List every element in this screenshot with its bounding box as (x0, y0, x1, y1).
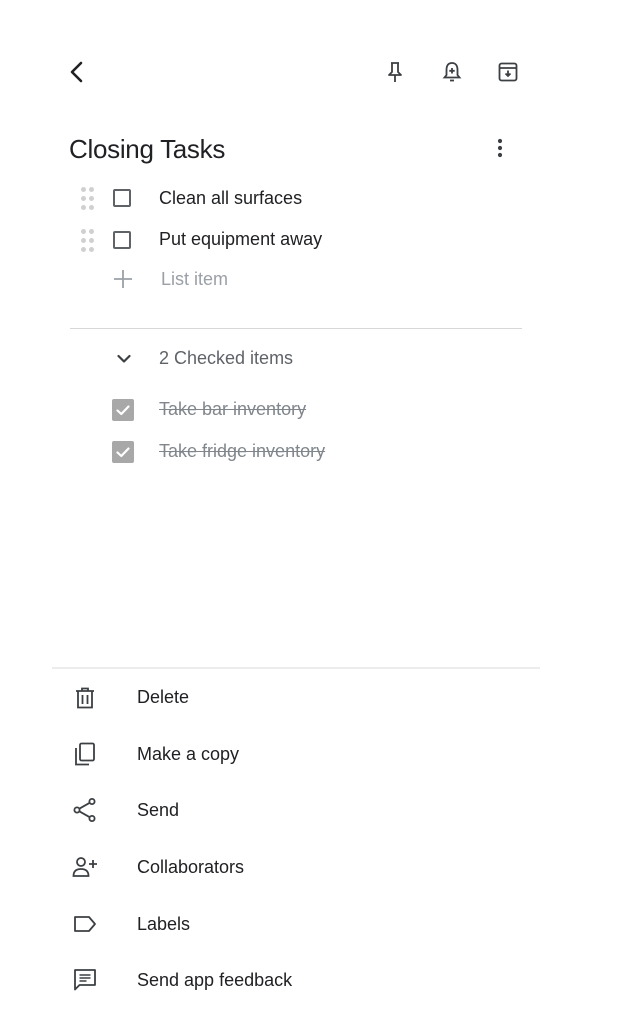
menu-sheet-divider (52, 667, 540, 669)
checked-checkbox[interactable] (112, 399, 134, 421)
menu-item-make-a-copy[interactable]: Make a copy (0, 730, 626, 778)
menu-item-label: Send app feedback (137, 970, 293, 990)
person-add-icon (72, 854, 98, 880)
pin-button[interactable] (381, 58, 409, 86)
checked-list-item[interactable]: Take bar inventory (0, 390, 626, 430)
menu-item-label: Labels (137, 914, 191, 934)
checked-items-header[interactable]: 2 Checked items (159, 348, 293, 369)
list-item[interactable]: Put equipment away (0, 220, 626, 260)
list-item-text[interactable]: Clean all surfaces (159, 188, 302, 209)
checked-item-text[interactable]: Take fridge inventory (159, 441, 325, 462)
list-item[interactable]: Clean all surfaces (0, 178, 626, 218)
more-vertical-icon (488, 136, 512, 160)
checked-item-text[interactable]: Take bar inventory (159, 399, 306, 420)
chevron-left-icon (65, 60, 89, 84)
menu-item-label: Make a copy (137, 744, 240, 764)
plus-icon (112, 268, 134, 290)
add-item-placeholder[interactable]: List item (161, 269, 228, 290)
checkbox[interactable] (113, 231, 131, 249)
drag-handle-icon[interactable] (80, 187, 96, 211)
back-button[interactable] (63, 58, 91, 86)
copy-icon (72, 741, 98, 767)
reminder-button[interactable] (438, 58, 466, 86)
menu-item-delete[interactable]: Delete (0, 674, 626, 722)
more-options-button[interactable] (486, 134, 514, 162)
pin-icon (383, 60, 407, 84)
add-list-item-row[interactable]: List item (0, 260, 626, 300)
trash-icon (72, 685, 98, 711)
list-item-text[interactable]: Put equipment away (159, 229, 322, 250)
menu-item-send[interactable]: Send (0, 786, 626, 834)
checked-checkbox[interactable] (112, 441, 134, 463)
note-title[interactable]: Closing Tasks (69, 134, 225, 165)
checkbox[interactable] (113, 189, 131, 207)
bell-plus-icon (440, 60, 464, 84)
chevron-down-icon[interactable] (114, 349, 134, 369)
share-icon (72, 797, 98, 823)
label-icon (72, 911, 98, 937)
menu-item-send-app-feedback[interactable]: Send app feedback (0, 956, 626, 1004)
menu-item-labels[interactable]: Labels (0, 900, 626, 948)
drag-handle-icon[interactable] (80, 229, 96, 253)
menu-item-label: Collaborators (137, 857, 245, 877)
archive-button[interactable] (494, 58, 522, 86)
divider (70, 328, 522, 329)
feedback-icon (72, 967, 98, 993)
menu-item-label: Send (137, 800, 180, 820)
archive-icon (496, 60, 520, 84)
menu-item-collaborators[interactable]: Collaborators (0, 843, 626, 891)
checked-list-item[interactable]: Take fridge inventory (0, 432, 626, 472)
menu-item-label: Delete (137, 687, 190, 707)
